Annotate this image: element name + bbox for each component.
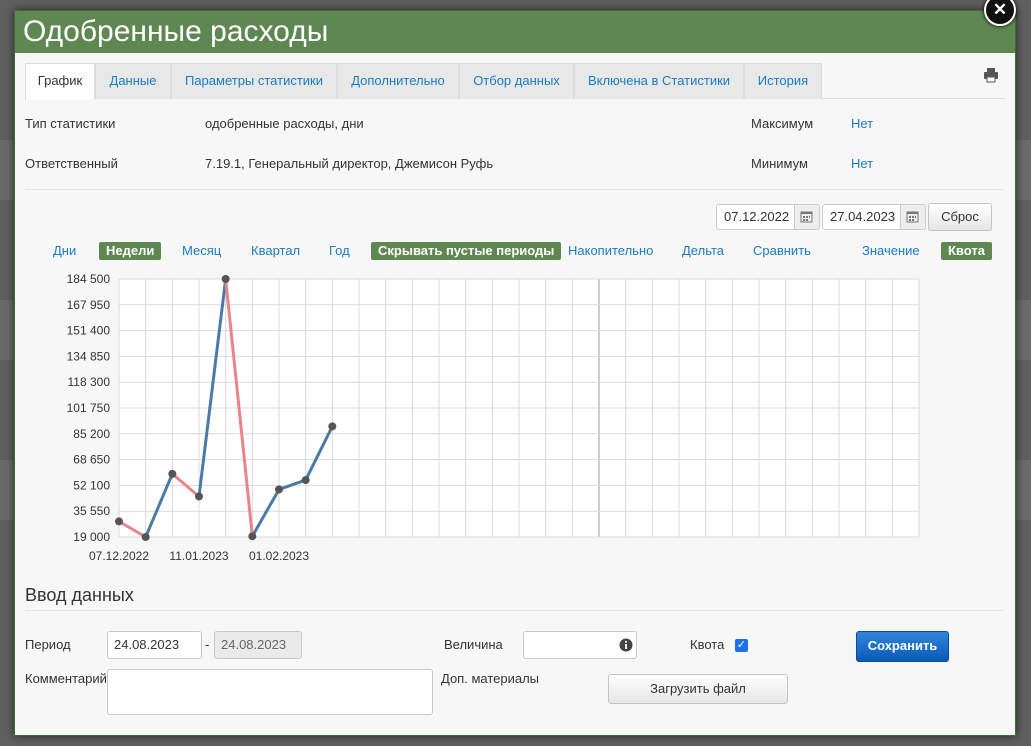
info-icon[interactable] [619, 638, 633, 652]
y-tick-label: 68 650 [73, 453, 110, 467]
data-point [141, 533, 150, 541]
data-point [195, 492, 203, 501]
upload-file-button[interactable]: Загрузить файл [608, 674, 788, 704]
y-tick-label: 118 300 [68, 375, 111, 389]
quota-checkbox[interactable]: ✓ [735, 639, 748, 652]
y-tick-label: 134 850 [67, 349, 111, 363]
data-point [115, 517, 123, 526]
period-to-input: 24.08.2023 [214, 631, 302, 659]
quota-label: Квота [690, 637, 725, 652]
comment-textarea[interactable] [107, 669, 433, 715]
y-tick-label: 151 400 [67, 324, 111, 338]
line-chart: 184 500 167 950 151 400 134 850 118 300 101 7… [67, 272, 920, 563]
dialog: Одобренные расходы График Данные Парамет… [14, 10, 1016, 736]
data-point [221, 275, 230, 283]
data-point [301, 476, 310, 485]
period-from-input[interactable]: 24.08.2023 [107, 631, 202, 659]
data-point [328, 422, 337, 431]
y-tick-label: 19 000 [73, 530, 110, 544]
value-label: Величина [444, 637, 503, 652]
divider [25, 610, 1003, 611]
y-tick-label: 52 100 [73, 478, 110, 492]
x-tick-label: 01.02.2023 [249, 549, 309, 563]
x-tick-label: 11.01.2023 [169, 549, 228, 563]
save-button[interactable]: Сохранить [856, 631, 949, 662]
period-separator: - [205, 637, 210, 652]
data-point [168, 469, 177, 478]
period-label: Период [25, 637, 71, 652]
comment-label: Комментарий [25, 671, 107, 686]
y-tick-label: 35 550 [73, 504, 110, 518]
data-point [275, 485, 283, 494]
y-tick-label: 184 500 [67, 272, 111, 286]
y-tick-label: 85 200 [73, 427, 110, 441]
data-entry-title: Ввод данных [25, 585, 134, 605]
materials-label: Доп. материалы [441, 671, 540, 686]
y-tick-label: 167 950 [67, 298, 111, 312]
data-point [248, 532, 257, 541]
x-tick-label: 07.12.2022 [89, 549, 149, 563]
y-tick-label: 101 750 [67, 401, 111, 415]
